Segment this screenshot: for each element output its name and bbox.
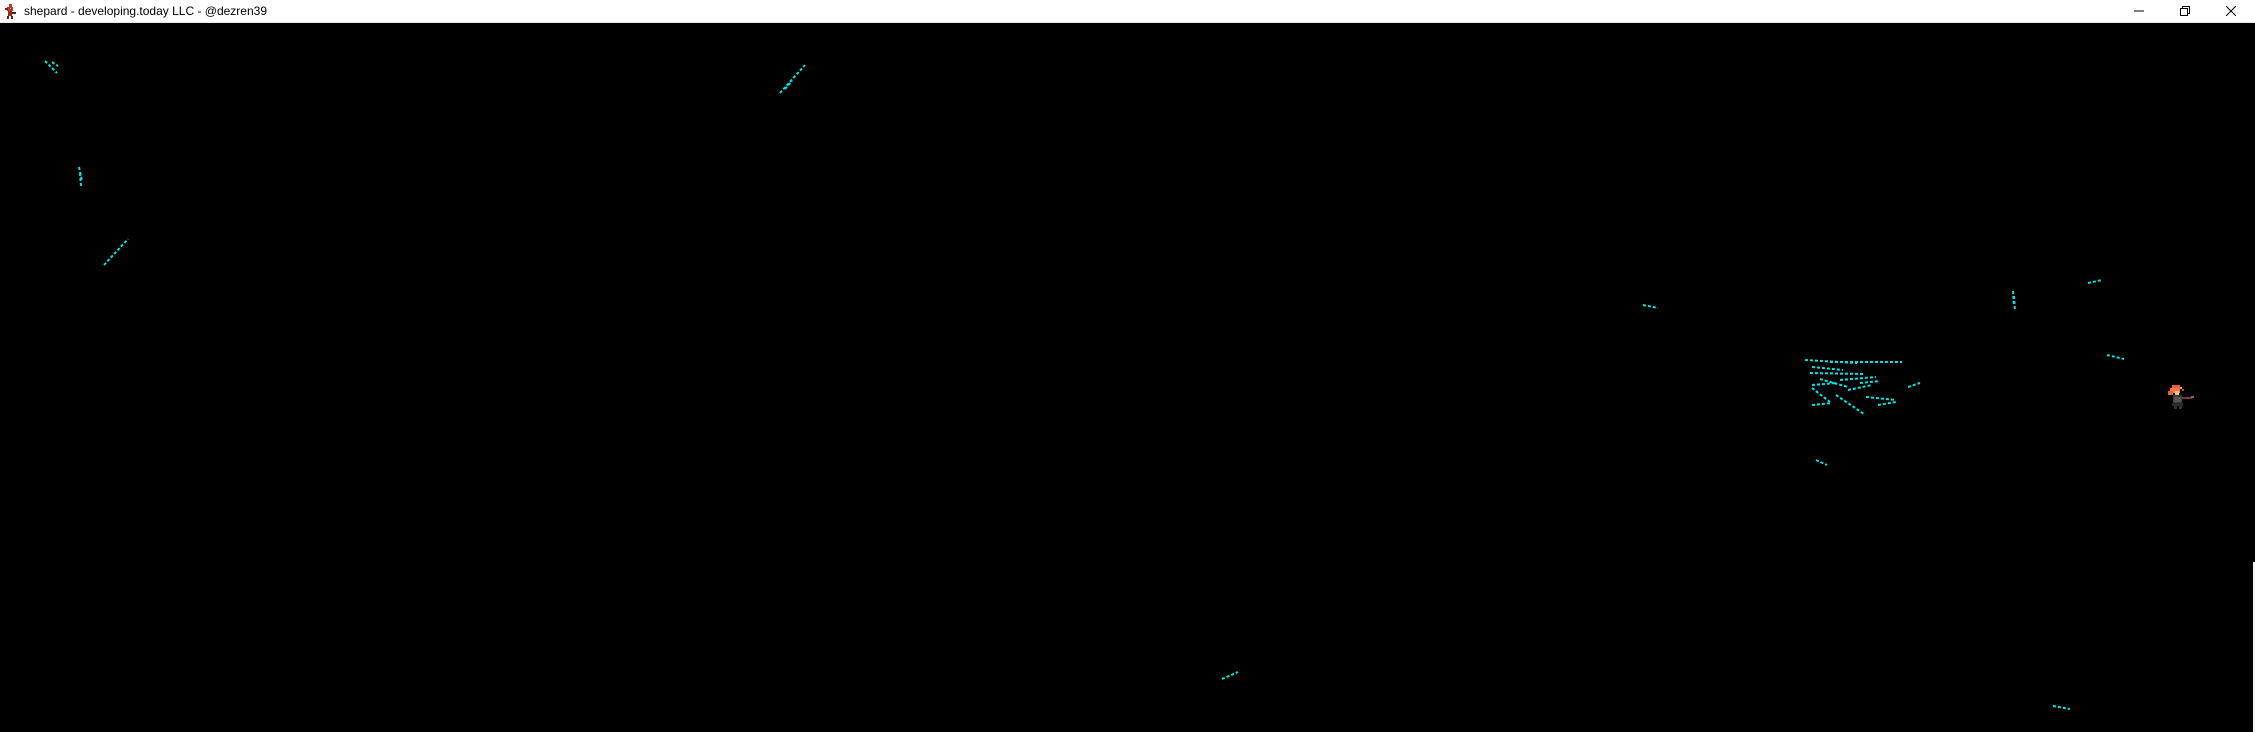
projectile-streak — [1839, 376, 1877, 381]
app-window: shepard - developing.today LLC - @dezren… — [0, 0, 2255, 732]
projectile-streak — [103, 238, 129, 266]
projectile-streak — [779, 64, 806, 94]
projectile-streak — [1221, 671, 1239, 680]
projectile-streak — [1809, 372, 1864, 375]
minimize-icon — [2134, 6, 2144, 16]
projectile-streak — [51, 61, 59, 67]
projectile-streak — [1859, 380, 1881, 384]
projectile-layer — [44, 60, 2125, 710]
close-icon — [2226, 6, 2236, 16]
player-character — [2168, 385, 2194, 409]
title-bar[interactable]: shepard - developing.today LLC - @dezren… — [0, 0, 2255, 23]
game-viewport[interactable] — [0, 23, 2255, 732]
projectile-streak — [2052, 705, 2071, 710]
projectile-streak — [2013, 295, 2016, 312]
projectile-streak — [44, 60, 58, 74]
projectile-streak — [1811, 402, 1833, 406]
restore-icon — [2180, 6, 2190, 16]
projectile-streak — [1811, 366, 1844, 371]
projectile-streak — [1811, 382, 1838, 386]
projectile-streak — [1815, 459, 1828, 466]
projectile-streak — [2087, 279, 2103, 284]
projectile-streak — [1835, 394, 1865, 415]
restore-button[interactable] — [2162, 0, 2208, 22]
projectile-streak — [1811, 387, 1831, 403]
projectile-streak — [1847, 384, 1873, 391]
demon-sprite-icon — [3, 3, 19, 19]
projectile-streak — [1907, 382, 1921, 388]
close-button[interactable] — [2208, 0, 2254, 22]
game-scene — [44, 60, 2194, 710]
projectile-streak — [1865, 396, 1897, 401]
projectile-streak — [79, 172, 82, 187]
projectile-streak — [2106, 354, 2125, 360]
projectile-streak — [1642, 304, 1659, 309]
minimize-button[interactable] — [2116, 0, 2162, 22]
projectile-streak — [1877, 401, 1897, 406]
window-title: shepard - developing.today LLC - @dezren… — [24, 4, 267, 18]
